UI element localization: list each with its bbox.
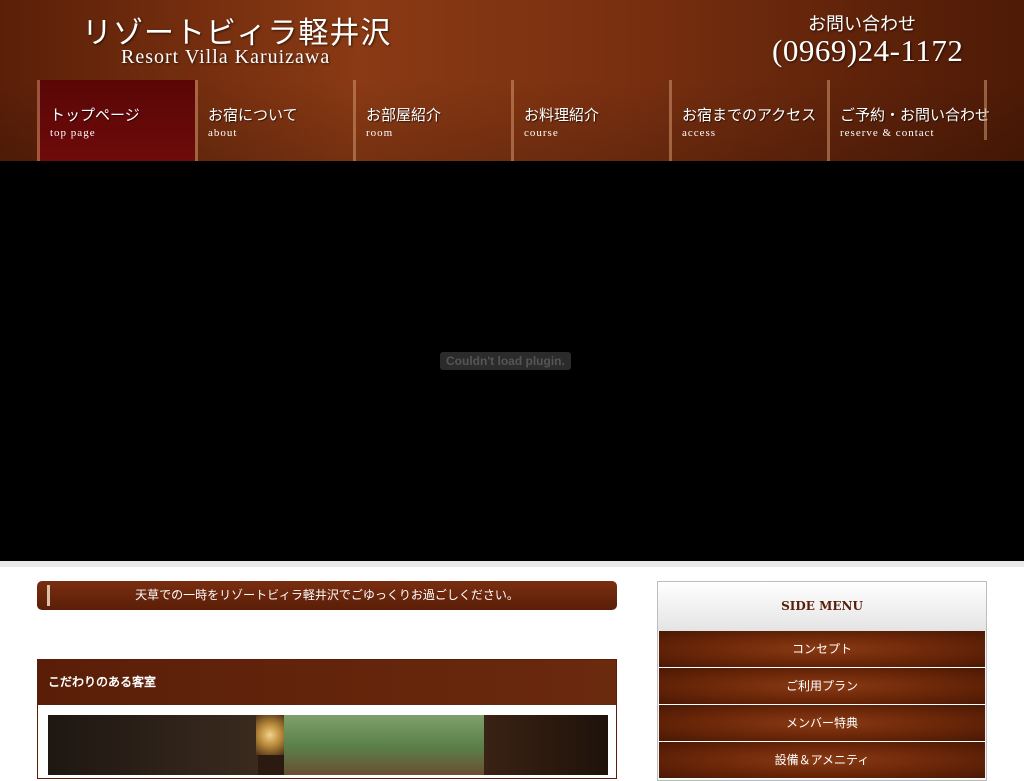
site-logo-en[interactable]: Resort Villa Karuizawa: [121, 46, 330, 69]
side-menu-title: SIDE MENU: [781, 599, 863, 613]
side-menu: SIDE MENU コンセプト ご利用プラン メンバー特典 設備＆アメニティ: [657, 581, 987, 781]
nav-label-en: course: [524, 127, 559, 139]
side-menu-label: コンセプト: [791, 642, 852, 656]
nav-label-en: reserve & contact: [840, 127, 935, 139]
nav-item-course[interactable]: お料理紹介 course: [511, 80, 669, 161]
contact-phone-number[interactable]: (0969)24-1172: [772, 33, 963, 69]
photo-window-frame: [484, 715, 608, 775]
side-menu-item-plans[interactable]: ご利用プラン: [659, 668, 985, 705]
nav-label-jp: お宿について: [208, 106, 298, 124]
lamp-image: [256, 715, 284, 755]
nav-item-room[interactable]: お部屋紹介 room: [353, 80, 511, 161]
side-menu-label: メンバー特典: [785, 716, 858, 730]
nav-label-jp: ご予約・お問い合わせ: [840, 106, 991, 124]
side-menu-label: 設備＆アメニティ: [774, 753, 870, 767]
plugin-error-message: Couldn't load plugin.: [440, 352, 571, 370]
welcome-banner: 天草での一時をリゾートビィラ軽井沢でごゆっくりお過ごしください。: [37, 581, 617, 610]
panel-header: こだわりのある客室: [38, 660, 616, 705]
nav-item-about[interactable]: お宿について about: [195, 80, 353, 161]
nav-label-en: top page: [50, 127, 96, 139]
panel-title: こだわりのある客室: [48, 675, 157, 689]
photo-interior-shade: [48, 715, 258, 775]
side-menu-item-member-benefits[interactable]: メンバー特典: [659, 705, 985, 742]
nav-item-access[interactable]: お宿までのアクセス access: [669, 80, 827, 161]
side-menu-item-facilities[interactable]: 設備＆アメニティ: [659, 742, 985, 779]
nav-label-en: room: [366, 127, 394, 139]
nav-label-jp: お宿までのアクセス: [682, 106, 817, 124]
nav-label-jp: お部屋紹介: [366, 106, 442, 124]
main-nav: トップページ top page お宿について about お部屋紹介 room …: [37, 80, 990, 161]
nav-label-en: about: [208, 127, 238, 139]
nav-item-reserve-contact[interactable]: ご予約・お問い合わせ reserve & contact: [827, 80, 990, 161]
nav-label-jp: トップページ: [50, 106, 140, 124]
plugin-area[interactable]: Couldn't load plugin.: [0, 161, 1024, 561]
side-menu-label: ご利用プラン: [785, 679, 858, 693]
welcome-banner-text: 天草での一時をリゾートビィラ軽井沢でごゆっくりお過ごしください。: [135, 588, 519, 602]
side-menu-header: SIDE MENU: [658, 582, 986, 631]
room-feature-panel: こだわりのある客室: [37, 659, 617, 779]
nav-label-en: access: [682, 127, 717, 139]
room-photo: [48, 715, 608, 775]
nav-divider: [984, 80, 987, 140]
photo-garden-view: [284, 715, 484, 775]
nav-item-top-page[interactable]: トップページ top page: [37, 80, 195, 161]
divider-strip: [0, 561, 1024, 567]
nav-label-jp: お料理紹介: [524, 106, 600, 124]
side-menu-item-concept[interactable]: コンセプト: [659, 631, 985, 668]
